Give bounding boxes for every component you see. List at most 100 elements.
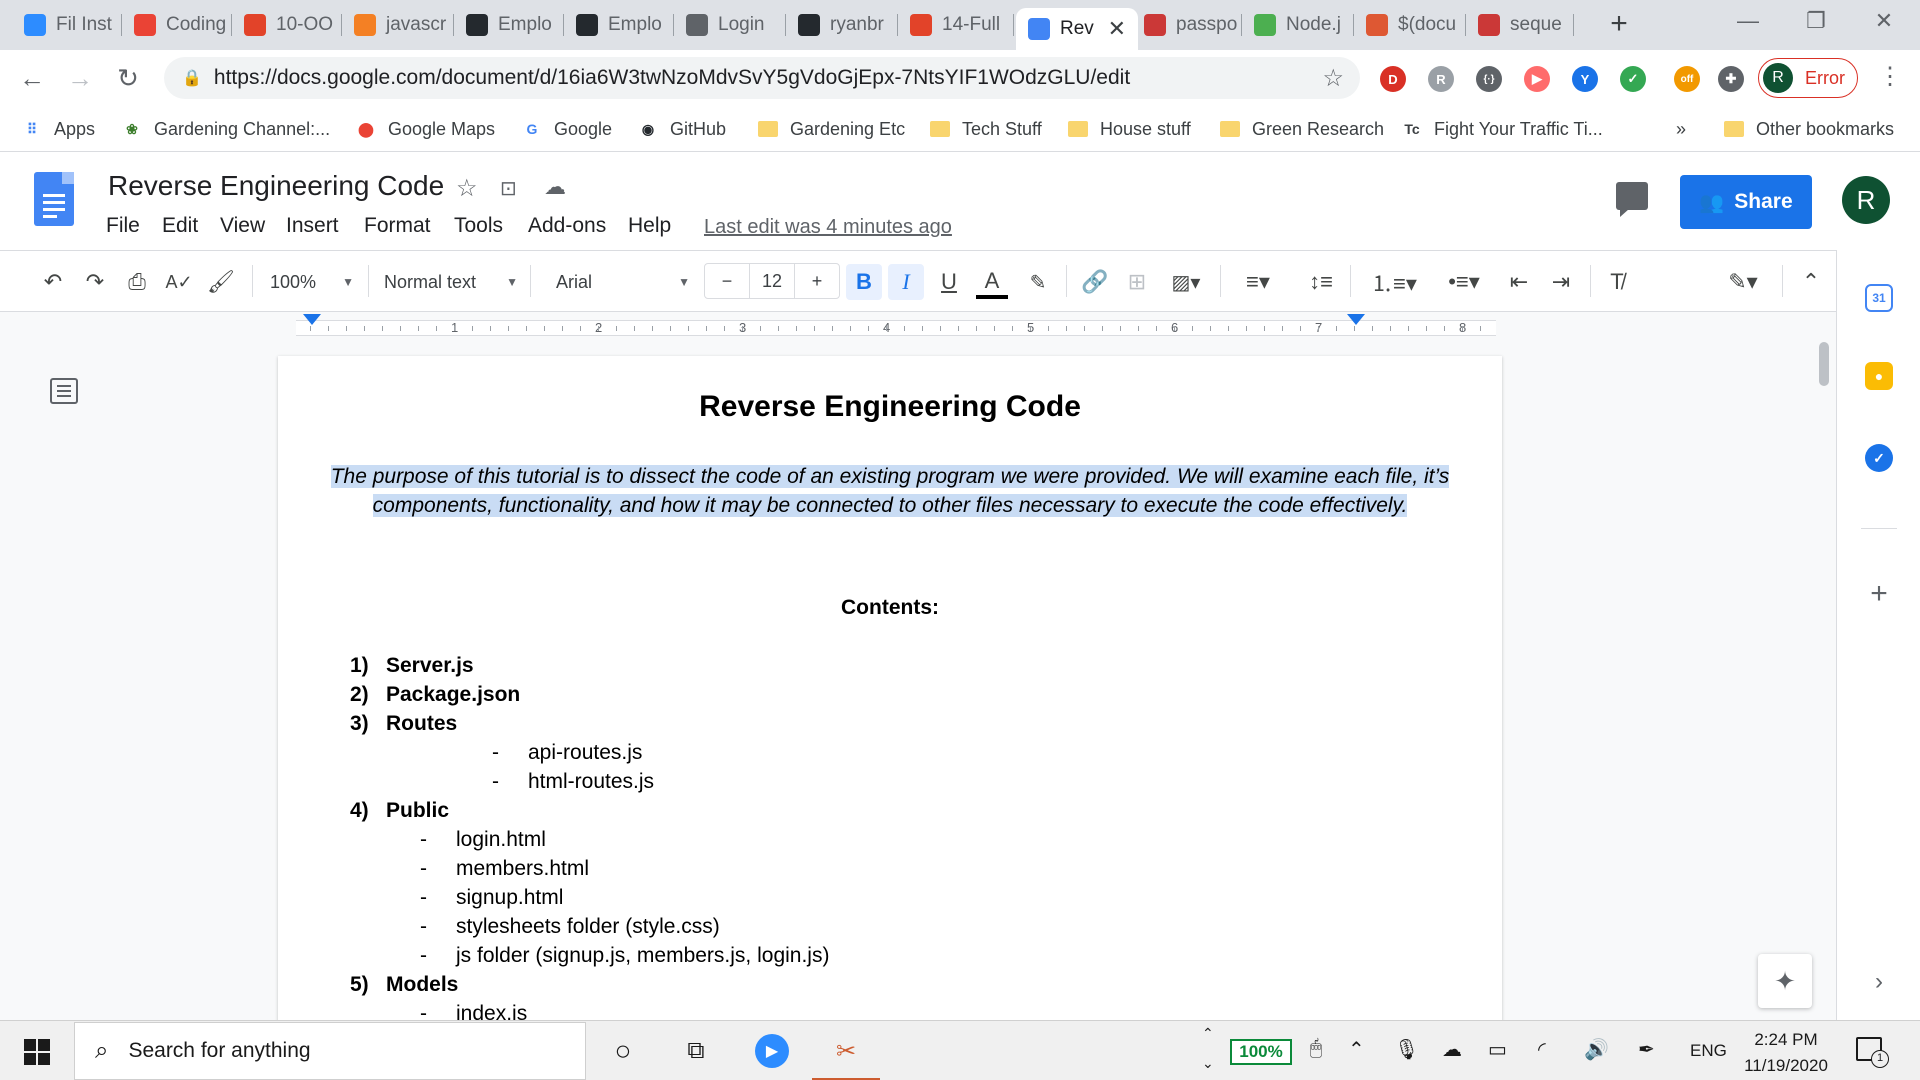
cortana-icon[interactable]: ○ — [603, 1033, 643, 1069]
explore-icon[interactable]: ✦ — [1758, 954, 1812, 1008]
profile-button[interactable]: R Error — [1758, 58, 1858, 98]
last-edit-link[interactable]: Last edit was 4 minutes ago — [704, 216, 952, 239]
clock[interactable]: 2:24 PM 11/19/2020 — [1736, 1027, 1836, 1079]
browser-tab[interactable]: passpo — [1134, 8, 1242, 42]
cloud-saved-icon[interactable]: ☁ — [544, 174, 566, 200]
devtools-icon[interactable]: {·} — [1476, 66, 1502, 92]
move-folder-icon[interactable]: ⊡ — [500, 176, 517, 201]
bold-button[interactable]: B — [846, 264, 882, 300]
zoom-select[interactable]: 100% ▼ — [270, 267, 354, 297]
snipping-tool-icon[interactable]: ✂ — [812, 1033, 880, 1080]
print-icon[interactable]: ⎙ — [122, 267, 152, 297]
italic-button[interactable]: I — [888, 264, 924, 300]
bulleted-list-icon[interactable]: •≡▾ — [1436, 267, 1492, 297]
browser-tab[interactable]: seque — [1468, 8, 1574, 42]
menu-addons[interactable]: Add-ons — [528, 214, 606, 238]
scrollbar-thumb[interactable] — [1819, 342, 1829, 386]
increase-indent-icon[interactable]: ⇥ — [1546, 267, 1576, 297]
screencast-icon[interactable]: ▶ — [1524, 66, 1550, 92]
battery-icon[interactable]: ▭ — [1488, 1037, 1507, 1062]
bookmark-item[interactable]: ◉ GitHub — [638, 115, 726, 143]
new-tab-button[interactable]: + — [1604, 8, 1634, 42]
document-title[interactable]: Reverse Engineering Code — [108, 170, 444, 202]
clear-formatting-icon[interactable]: T̸ — [1602, 267, 1632, 297]
menu-format[interactable]: Format — [364, 214, 431, 238]
add-comment-icon[interactable]: ⊞ — [1122, 267, 1152, 297]
bookmark-item[interactable]: House stuff — [1068, 115, 1191, 143]
zoom-indicator[interactable]: 100% — [1230, 1039, 1292, 1065]
undo-icon[interactable]: ↶ — [38, 267, 68, 297]
add-addon-icon[interactable]: + — [1865, 577, 1893, 610]
browser-tab[interactable]: ryanbr — [788, 8, 898, 42]
bookmark-item[interactable]: Tc Fight Your Traffic Ti... — [1402, 115, 1602, 143]
hide-menus-icon[interactable]: ⌃ — [1796, 267, 1826, 297]
off-extension-icon[interactable]: off — [1674, 66, 1700, 92]
calendar-icon[interactable]: 31 — [1865, 284, 1893, 312]
wifi-icon[interactable]: ◜ — [1538, 1037, 1546, 1062]
menu-edit[interactable]: Edit — [162, 214, 198, 238]
bookmark-item[interactable]: Tech Stuff — [930, 115, 1042, 143]
docs-logo-icon[interactable] — [34, 172, 74, 226]
zoom-app-icon[interactable]: ▶ — [752, 1033, 792, 1069]
font-size-input[interactable]: 12 — [749, 264, 795, 298]
browser-tab[interactable]: $(docu — [1356, 8, 1466, 42]
line-spacing-icon[interactable]: ↕≡ — [1306, 267, 1336, 297]
expand-panel-icon[interactable]: › — [1865, 968, 1893, 996]
browser-tab[interactable]: Emplo — [456, 8, 564, 42]
minimize-button[interactable]: — — [1728, 8, 1768, 34]
restore-button[interactable]: ❐ — [1796, 8, 1836, 34]
bookmark-item[interactable]: ⬤ Google Maps — [356, 115, 495, 143]
star-icon[interactable]: ☆ — [456, 174, 478, 203]
spellcheck-icon[interactable]: A✓ — [164, 267, 194, 297]
browser-tab[interactable]: javascr — [344, 8, 454, 42]
menu-file[interactable]: File — [106, 214, 140, 238]
align-icon[interactable]: ≡▾ — [1236, 267, 1280, 297]
keep-icon[interactable]: ● — [1865, 362, 1893, 390]
browser-tab[interactable]: Coding — [124, 8, 232, 42]
redo-icon[interactable]: ↷ — [80, 267, 110, 297]
microphone-icon[interactable]: 🎙 — [1394, 1037, 1419, 1062]
bookmark-item[interactable]: ❀ Gardening Channel:... — [122, 115, 330, 143]
vpn-icon[interactable]: Y — [1572, 66, 1598, 92]
volume-icon[interactable]: 🔊 — [1584, 1037, 1609, 1062]
paint-format-icon[interactable]: 🖌 — [206, 267, 236, 297]
browser-tab[interactable]: Node.j — [1244, 8, 1354, 42]
scroll-down-icon[interactable]: ⌄ — [1202, 1055, 1214, 1072]
bookmark-item[interactable]: G Google — [522, 115, 613, 143]
share-button[interactable]: 👥 Share — [1680, 175, 1812, 229]
address-bar[interactable]: 🔒 https://docs.google.com/document/d/16i… — [164, 57, 1360, 99]
url-text[interactable]: https://docs.google.com/document/d/16ia6… — [214, 66, 1130, 90]
onedrive-error-icon[interactable]: ☁ — [1442, 1037, 1462, 1062]
close-tab-icon[interactable]: ✕ — [1108, 16, 1126, 42]
bookmark-star-icon[interactable]: ☆ — [1322, 64, 1344, 93]
text-color-button[interactable]: A — [976, 267, 1008, 299]
numbered-list-icon[interactable]: ⒈≡▾ — [1366, 267, 1422, 297]
bookmark-item[interactable]: ⠿ Apps — [22, 115, 95, 143]
forward-button[interactable]: → — [62, 60, 98, 96]
bookmark-item[interactable]: Gardening Etc — [758, 115, 905, 143]
paragraph-style-select[interactable]: Normal text ▼ — [384, 267, 518, 297]
pen-icon[interactable]: ✒ — [1638, 1037, 1655, 1062]
highlight-color-icon[interactable]: ✎ — [1024, 267, 1052, 297]
windows-start-icon[interactable] — [24, 1039, 50, 1065]
tasks-icon[interactable]: ✓ — [1865, 444, 1893, 472]
shield-icon[interactable]: ✓ — [1620, 66, 1646, 92]
show-hidden-icons[interactable]: ⌃ — [1348, 1037, 1365, 1062]
font-select[interactable]: Arial ▼ — [556, 267, 690, 297]
link-icon[interactable]: 🔗 — [1080, 267, 1110, 297]
decrease-indent-icon[interactable]: ⇤ — [1504, 267, 1534, 297]
menu-insert[interactable]: Insert — [286, 214, 339, 238]
other-bookmarks[interactable]: Other bookmarks — [1724, 115, 1894, 143]
dashlane-icon[interactable]: D — [1380, 66, 1406, 92]
browser-menu-icon[interactable]: ⋮ — [1878, 62, 1902, 91]
task-view-icon[interactable]: ⧉ — [676, 1033, 716, 1069]
insert-image-icon[interactable]: ▨▾ — [1164, 267, 1208, 297]
browser-tab[interactable]: Emplo — [566, 8, 674, 42]
mouse-icon[interactable]: 🖱 — [1310, 1037, 1322, 1060]
language-indicator[interactable]: ENG — [1690, 1041, 1727, 1061]
menu-help[interactable]: Help — [628, 214, 671, 238]
menu-tools[interactable]: Tools — [454, 214, 503, 238]
increase-font-size-button[interactable]: + — [795, 271, 839, 292]
reload-button[interactable]: ↻ — [110, 60, 146, 96]
scroll-up-icon[interactable]: ⌃ — [1202, 1025, 1214, 1042]
